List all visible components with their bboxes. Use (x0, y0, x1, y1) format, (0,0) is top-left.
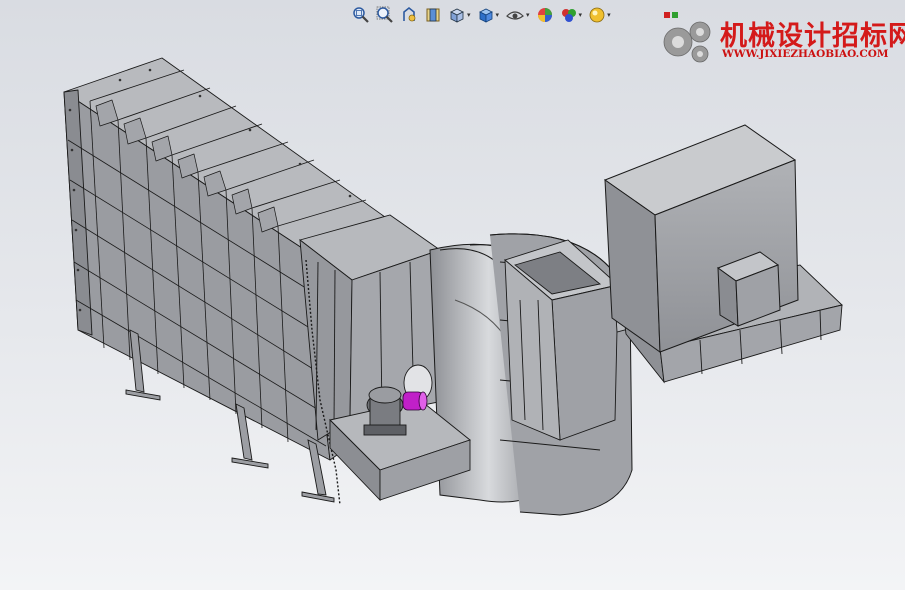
display-style-button[interactable]: ▾ (475, 5, 502, 25)
dropdown-caret: ▾ (467, 11, 471, 19)
zoom-to-fit-icon (353, 7, 369, 23)
gear-logo-icon (663, 12, 711, 63)
view-orientation-icon (450, 8, 464, 23)
watermark-url: WWW.JIXIEZHAOBIAO.COM (722, 48, 889, 60)
edit-appearance-button[interactable] (534, 5, 556, 25)
apply-scene-icon (561, 9, 576, 22)
site-watermark: 机械设计招标网 WWW.JIXIEZHAOBIAO.COM (656, 8, 905, 68)
fan-outlet-duct[interactable] (504, 239, 619, 441)
dropdown-caret: ▾ (526, 11, 530, 19)
section-view-icon (426, 8, 440, 22)
apply-scene-button[interactable]: ▾ (558, 5, 585, 25)
zoom-to-area-button[interactable] (374, 5, 396, 25)
coupling-part[interactable] (402, 391, 428, 411)
hide-show-items-button[interactable]: ▾ (503, 5, 532, 25)
previous-view-icon (403, 6, 416, 22)
zoom-to-area-icon (376, 6, 393, 23)
hide-show-items-icon (506, 11, 524, 20)
view-settings-button[interactable]: ▾ (586, 5, 613, 25)
dropdown-caret: ▾ (495, 11, 500, 19)
dropdown-caret: ▾ (607, 11, 611, 19)
zoom-to-fit-button[interactable] (350, 5, 372, 25)
display-style-icon (478, 8, 493, 23)
edit-appearance-icon (537, 8, 552, 22)
view-settings-icon (589, 7, 605, 23)
section-view-button[interactable] (422, 5, 444, 25)
heads-up-view-toolbar: ▾ ▾ ▾ ▾ ▾ (350, 4, 613, 26)
previous-view-button[interactable] (398, 5, 420, 25)
view-orientation-button[interactable]: ▾ (446, 5, 473, 25)
graphics-viewport[interactable]: ▾ ▾ ▾ ▾ ▾ 机械设计招标网 WWW.JIXIEZHAOBIAO.COM (0, 0, 905, 590)
assembly-model[interactable] (0, 0, 905, 590)
dropdown-caret: ▾ (578, 11, 583, 19)
